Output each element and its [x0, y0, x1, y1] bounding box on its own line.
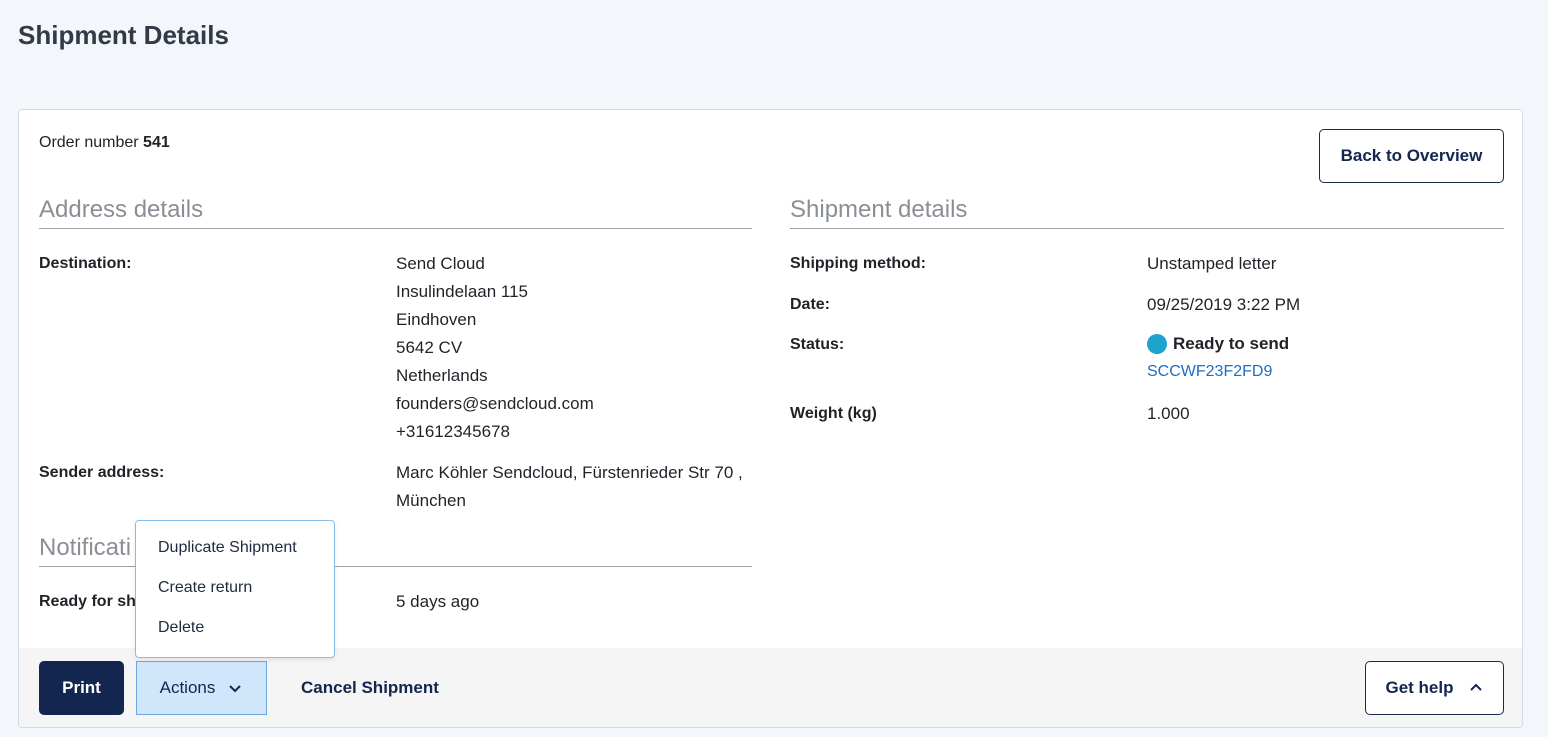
weight-label: Weight (kg)	[790, 405, 877, 422]
shipping-method-value: Unstamped letter	[1147, 254, 1277, 273]
menu-item-duplicate-shipment[interactable]: Duplicate Shipment	[136, 536, 334, 576]
menu-item-delete[interactable]: Delete	[136, 616, 334, 656]
footer-action-bar: Print Actions Cancel Shipment Get help	[19, 648, 1522, 727]
shipment-details-heading: Shipment details	[790, 196, 1504, 229]
destination-line: Netherlands	[396, 366, 488, 385]
shipping-method-label: Shipping method:	[790, 255, 926, 272]
cancel-shipment-button[interactable]: Cancel Shipment	[289, 661, 451, 715]
actions-button-label: Actions	[159, 678, 216, 697]
notification-time: 5 days ago	[396, 592, 480, 611]
sender-address: Marc Köhler Sendcloud, Fürstenrieder Str…	[396, 459, 743, 515]
order-number-value: 541	[143, 134, 170, 151]
destination-line: founders@sendcloud.com	[396, 394, 594, 413]
destination-line: Send Cloud	[396, 254, 485, 273]
get-help-button[interactable]: Get help	[1365, 661, 1504, 715]
destination-label: Destination:	[39, 255, 132, 272]
sender-line: München	[396, 491, 466, 510]
get-help-label: Get help	[1385, 678, 1454, 697]
notification-label: Ready for sh	[39, 593, 136, 610]
sender-line: Marc Köhler Sendcloud, Fürstenrieder Str…	[396, 463, 743, 482]
sender-address-label: Sender address:	[39, 464, 165, 481]
chevron-down-icon	[229, 685, 242, 693]
destination-address: Send Cloud Insulindelaan 115 Eindhoven 5…	[396, 250, 594, 446]
status-text: Ready to send	[1173, 334, 1290, 353]
destination-line: Eindhoven	[396, 310, 477, 329]
actions-dropdown-menu: Duplicate Shipment Create return Delete	[135, 520, 335, 658]
address-details-heading: Address details	[39, 196, 752, 229]
page-title: Shipment Details	[18, 20, 229, 50]
tracking-number-link[interactable]: SCCWF23F2FD9	[1147, 363, 1272, 381]
destination-line: +31612345678	[396, 422, 510, 441]
weight-value: 1.000	[1147, 404, 1190, 423]
status-badge: Ready to send	[1147, 334, 1289, 354]
menu-item-create-return[interactable]: Create return	[136, 576, 334, 616]
status-dot-icon	[1147, 334, 1167, 354]
order-number: Order number 541	[39, 134, 170, 152]
chevron-up-icon	[1469, 683, 1482, 691]
status-label: Status:	[790, 336, 845, 353]
destination-line: Insulindelaan 115	[396, 282, 529, 301]
actions-dropdown-button[interactable]: Actions	[136, 661, 267, 715]
back-to-overview-button[interactable]: Back to Overview	[1319, 129, 1504, 183]
print-button[interactable]: Print	[39, 661, 124, 715]
destination-line: 5642 CV	[396, 338, 463, 357]
date-value: 09/25/2019 3:22 PM	[1147, 295, 1301, 314]
order-number-label: Order number	[39, 134, 139, 151]
date-label: Date:	[790, 296, 831, 313]
